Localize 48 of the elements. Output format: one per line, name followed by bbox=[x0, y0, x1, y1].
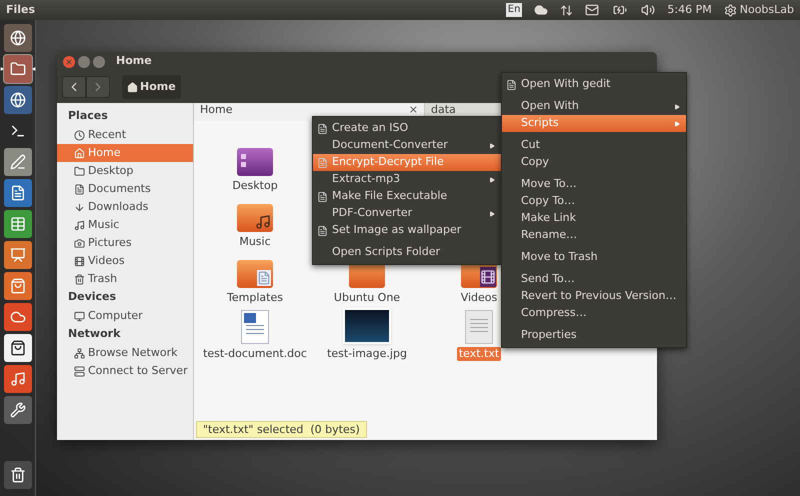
menu-item[interactable]: Open With gedit bbox=[502, 76, 686, 93]
file-name[interactable]: Templates bbox=[225, 291, 285, 305]
sidebar-item[interactable]: Desktop bbox=[57, 162, 193, 180]
sidebar-item[interactable]: Browse Network bbox=[57, 344, 193, 362]
sidebar-item[interactable]: Music bbox=[57, 216, 193, 234]
menu-item[interactable]: Move To… bbox=[502, 176, 686, 193]
clock[interactable]: 5:46 PM bbox=[667, 2, 712, 18]
menu-item[interactable]: Properties bbox=[502, 327, 686, 344]
sidebar-item[interactable]: Connect to Server bbox=[57, 362, 193, 380]
menu-item[interactable]: Send To… bbox=[502, 271, 686, 288]
menu-item[interactable]: Document-Converter bbox=[313, 137, 501, 154]
menu-item[interactable]: Rename… bbox=[502, 227, 686, 244]
menu-item[interactable]: Create an ISO bbox=[313, 120, 501, 137]
menu-item[interactable]: Set Image as wallpaper bbox=[313, 222, 501, 239]
section-heading: Devices bbox=[67, 289, 118, 306]
sidebar-item[interactable]: Pictures bbox=[57, 234, 193, 252]
app-name: Files bbox=[6, 2, 36, 18]
file-name[interactable]: Videos bbox=[458, 291, 500, 305]
keyboard-indicator[interactable]: En bbox=[506, 3, 522, 17]
sidebar-item[interactable]: Documents bbox=[57, 180, 193, 198]
path-button[interactable]: Home bbox=[122, 75, 181, 99]
menu-item[interactable]: Cut bbox=[502, 137, 686, 154]
sidebar-item[interactable]: Downloads bbox=[57, 198, 193, 216]
section-heading: Network bbox=[67, 326, 122, 342]
menu-item[interactable]: PDF-Converter bbox=[313, 205, 501, 222]
file-name[interactable]: Desktop bbox=[230, 179, 280, 193]
menu-item[interactable]: Open Scripts Folder bbox=[313, 244, 501, 261]
sidebar-item[interactable]: Recent bbox=[57, 126, 193, 144]
file-name[interactable]: Music bbox=[237, 235, 273, 249]
sidebar-item[interactable]: Trash bbox=[57, 270, 193, 288]
menu-item[interactable]: Copy To… bbox=[502, 193, 686, 210]
menu-item[interactable]: Revert to Previous Version… bbox=[502, 288, 686, 305]
sidebar-item[interactable]: Videos bbox=[57, 252, 193, 270]
menu-item[interactable]: Make File Executable bbox=[313, 188, 501, 205]
file-name[interactable]: Ubuntu One bbox=[332, 291, 402, 305]
menu-item[interactable]: Make Link bbox=[502, 210, 686, 227]
sidebar-item[interactable]: Computer bbox=[57, 307, 193, 325]
menu-item[interactable]: Copy bbox=[502, 154, 686, 171]
tab-close-button[interactable]: × bbox=[408, 104, 418, 116]
menu-item[interactable]: Compress… bbox=[502, 305, 686, 322]
section-heading: Places bbox=[67, 108, 109, 124]
file-name[interactable]: test-image.jpg bbox=[325, 347, 409, 361]
user-name[interactable]: NoobsLab bbox=[740, 2, 794, 18]
menu-item[interactable]: Extract-mp3 bbox=[313, 171, 501, 188]
status-message: "text.txt" selected (0 bytes) bbox=[196, 421, 367, 438]
file-name[interactable]: test-document.doc bbox=[201, 347, 309, 361]
menu-item[interactable]: Move to Trash bbox=[502, 249, 686, 266]
window-title: Home bbox=[116, 53, 152, 70]
